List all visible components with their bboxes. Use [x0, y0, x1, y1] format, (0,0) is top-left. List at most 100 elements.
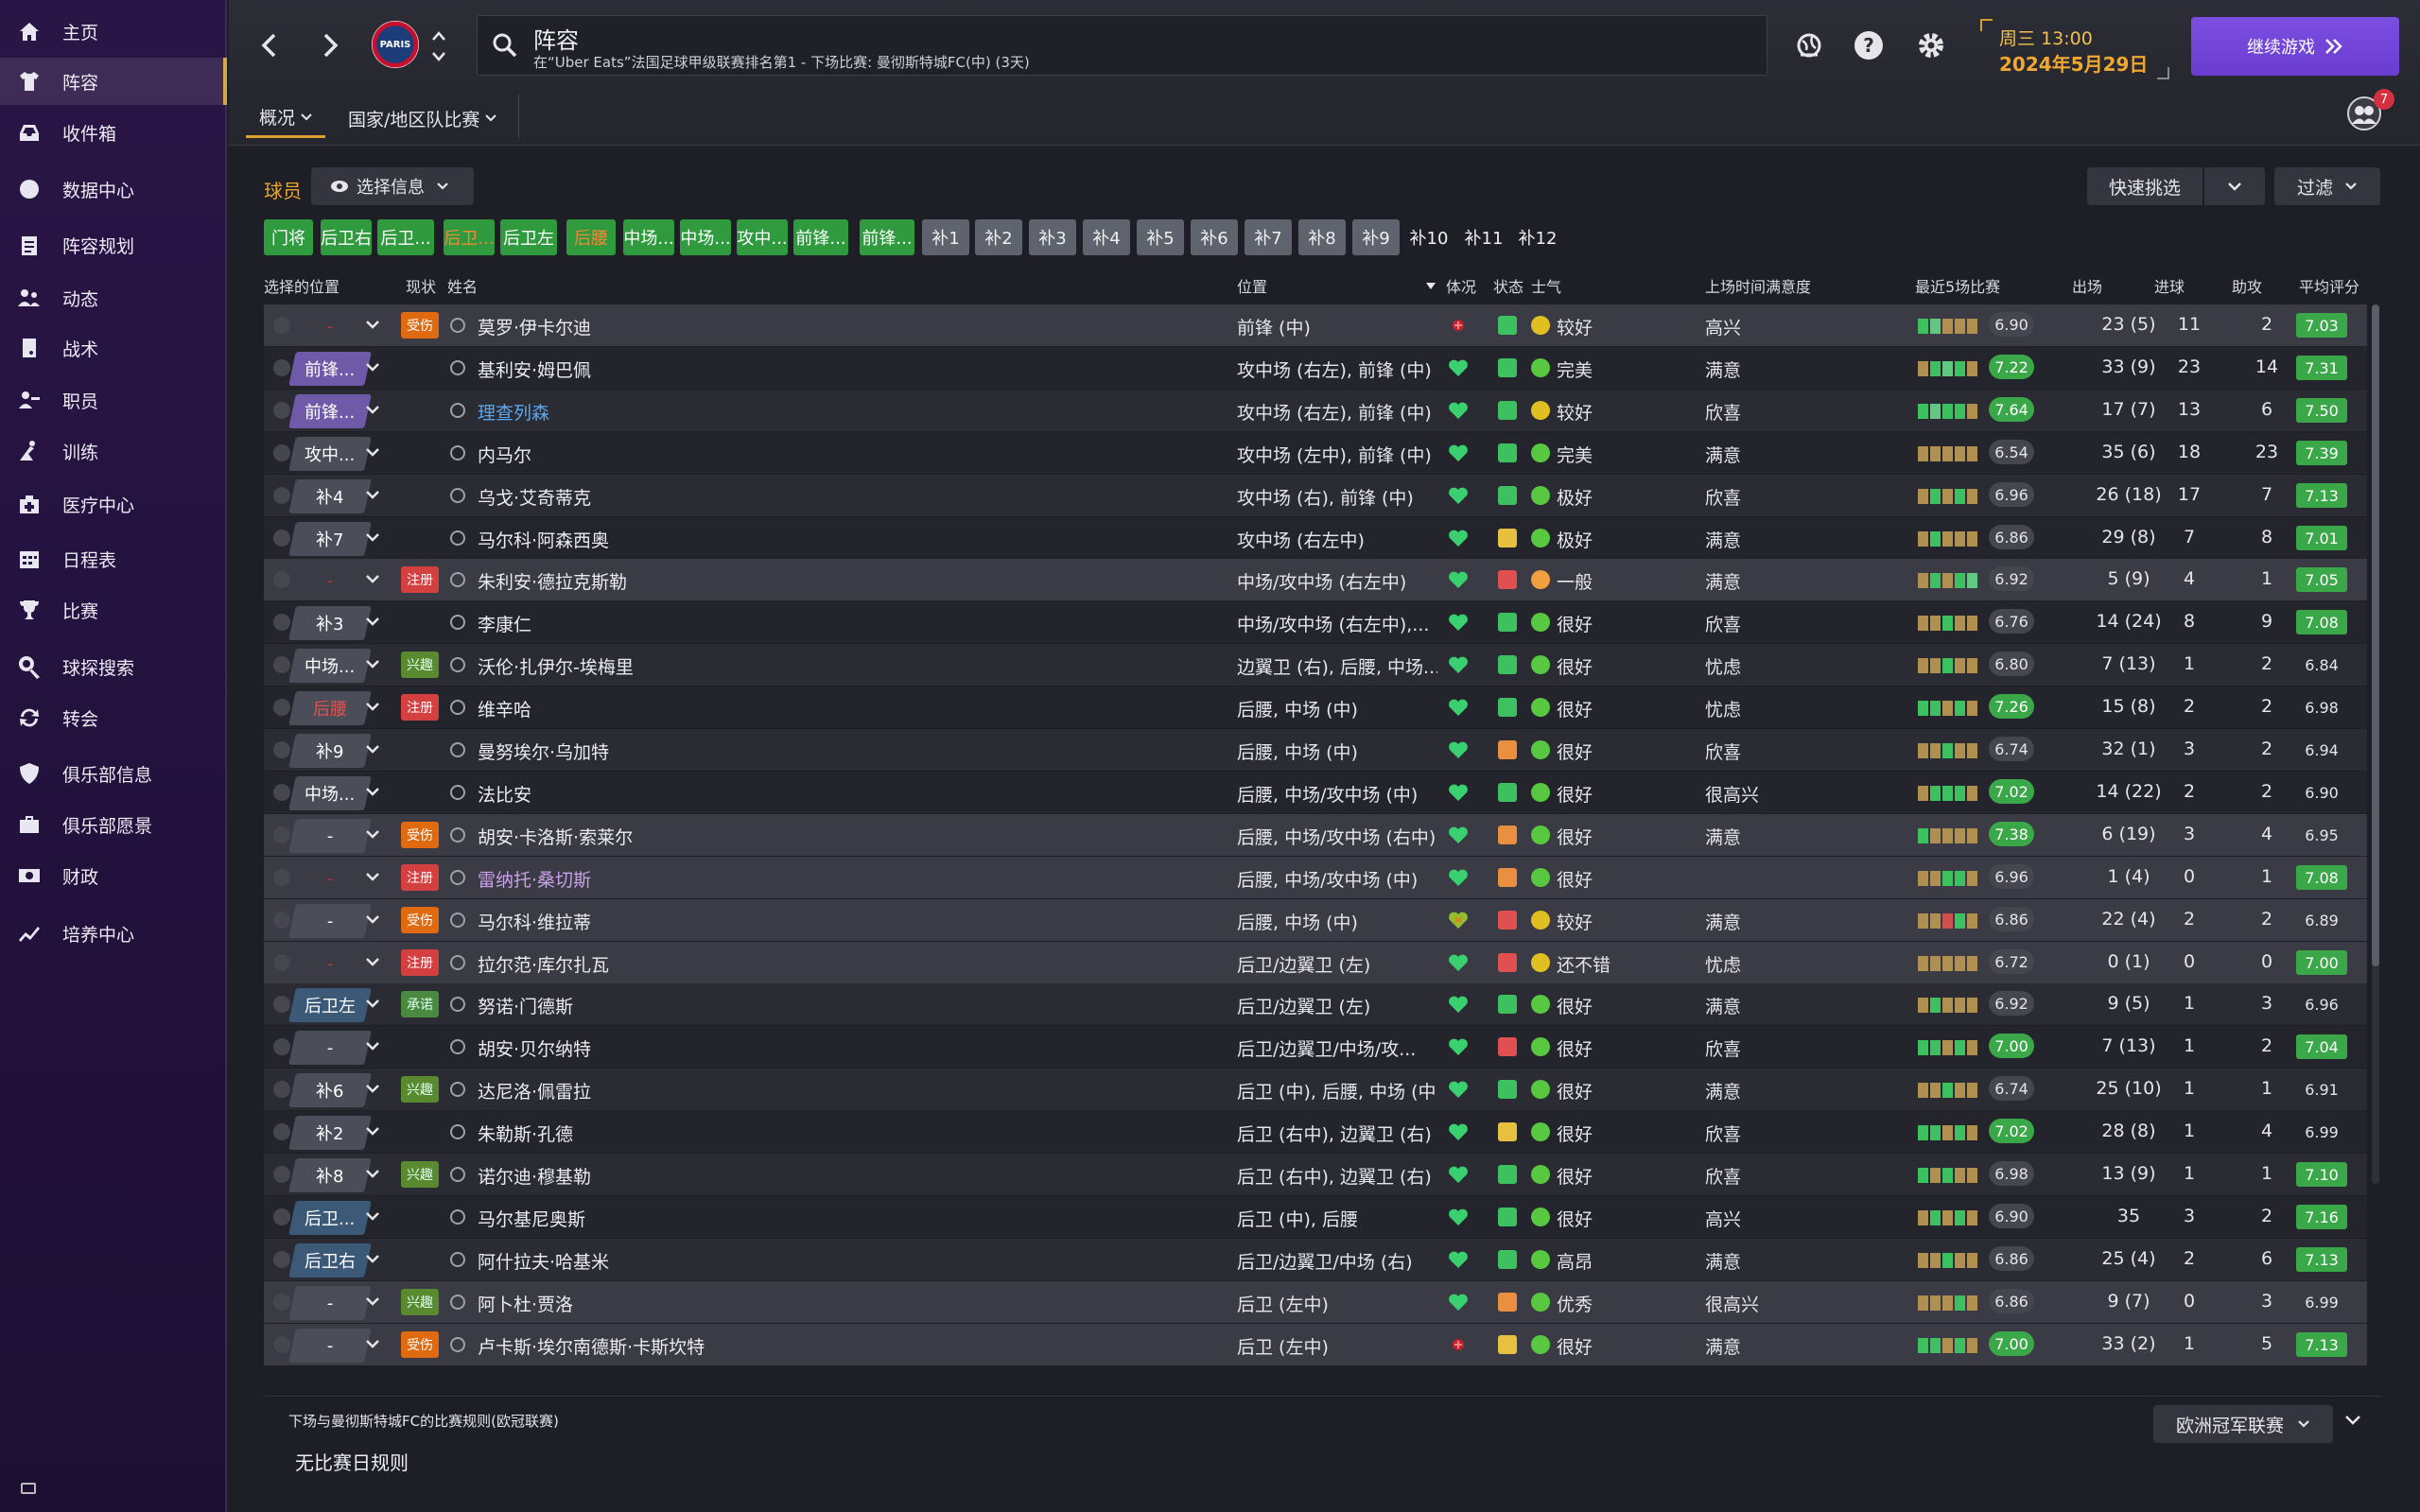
player-name[interactable]: 朱利安·德拉克斯勒	[478, 568, 627, 594]
col-status-now[interactable]: 现状	[406, 274, 436, 297]
position-chip[interactable]: 补6	[1191, 219, 1238, 255]
chevron-down-icon[interactable]	[362, 1333, 383, 1354]
status-badge[interactable]: 承诺	[401, 991, 439, 1017]
row-select-checkbox[interactable]	[273, 530, 290, 547]
player-name[interactable]: 沃伦·扎伊尔-埃梅里	[478, 653, 634, 679]
position-chip[interactable]: 补12	[1515, 219, 1560, 255]
filter-button[interactable]: 过滤	[2274, 167, 2380, 205]
chevron-down-icon[interactable]	[362, 824, 383, 844]
position-chip[interactable]: 补2	[975, 219, 1022, 255]
position-chip[interactable]: 后卫左	[500, 219, 557, 255]
player-name[interactable]: 雷纳托·桑切斯	[478, 866, 591, 892]
player-name[interactable]: 朱勒斯·孔德	[478, 1121, 573, 1146]
select-info-button[interactable]: 选择信息	[311, 167, 474, 205]
chevron-down-icon[interactable]	[362, 1248, 383, 1269]
col-last5[interactable]: 最近5场比赛	[1915, 274, 2000, 297]
sidebar-item-calendar[interactable]: 日程表	[0, 535, 227, 582]
sidebar-item-briefcase[interactable]: 俱乐部愿景	[0, 801, 227, 848]
status-badge[interactable]: 注册	[401, 566, 439, 593]
player-name[interactable]: 莫罗·伊卡尔迪	[478, 314, 591, 339]
col-avg-rating[interactable]: 平均评分	[2299, 274, 2359, 297]
chevron-down-icon[interactable]	[362, 442, 383, 462]
chevron-down-icon[interactable]	[362, 1163, 383, 1184]
status-badge[interactable]: 受伤	[401, 312, 439, 339]
position-chip[interactable]: 补7	[1245, 219, 1292, 255]
row-select-checkbox[interactable]	[273, 1251, 290, 1268]
selected-position-select[interactable]: 后卫左	[288, 988, 372, 1022]
selected-position-select[interactable]: 补8	[288, 1158, 372, 1192]
chevron-down-icon[interactable]	[362, 568, 383, 589]
selected-position-select[interactable]: 补2	[288, 1116, 372, 1150]
sidebar-item-medical[interactable]: 医疗中心	[0, 480, 227, 528]
row-select-checkbox[interactable]	[273, 1166, 290, 1183]
row-select-checkbox[interactable]	[273, 869, 290, 886]
tab-overview[interactable]: 概况	[246, 98, 325, 138]
position-chip[interactable]: 补10	[1406, 219, 1452, 255]
selected-position-select[interactable]: 补4	[288, 479, 372, 513]
row-select-checkbox[interactable]	[273, 996, 290, 1013]
col-playtime[interactable]: 上场时间满意度	[1705, 274, 1811, 297]
table-row[interactable]: 后卫... 马尔基尼奥斯 后卫 (中), 后腰 很好 高兴 6.90 35 3 2 7.16	[264, 1196, 2367, 1238]
search-bar[interactable]: 阵容 在“Uber Eats”法国足球甲级联赛排名第1 - 下场比赛: 曼彻斯特…	[477, 15, 1767, 76]
sidebar-item-jersey[interactable]: 阵容	[0, 58, 227, 105]
chevron-down-icon[interactable]	[362, 1078, 383, 1099]
player-name[interactable]: 曼努埃尔·乌加特	[478, 739, 609, 764]
row-select-checkbox[interactable]	[273, 444, 290, 461]
row-select-checkbox[interactable]	[273, 741, 290, 758]
row-select-checkbox[interactable]	[273, 1208, 290, 1225]
player-name[interactable]: 拉尔范·库尔扎瓦	[478, 951, 609, 977]
row-select-checkbox[interactable]	[273, 1081, 290, 1098]
sidebar-item-training[interactable]: 训练	[0, 427, 227, 475]
col-selected-position[interactable]: 选择的位置	[264, 274, 339, 297]
chevron-down-icon[interactable]	[362, 739, 383, 759]
sidebar-item-tactics[interactable]: 战术	[0, 324, 227, 372]
sidebar-item-money[interactable]: 财政	[0, 852, 227, 899]
selected-position-select[interactable]: 后腰	[288, 691, 372, 725]
row-select-checkbox[interactable]	[273, 1038, 290, 1055]
collapse-chevron-icon[interactable]	[2343, 1413, 2366, 1435]
chevron-down-icon[interactable]	[362, 866, 383, 887]
selected-position-select[interactable]: 后卫右	[288, 1243, 372, 1277]
selected-position-select[interactable]: 补3	[288, 606, 372, 640]
position-chip[interactable]: 攻中...	[737, 219, 788, 255]
competition-select[interactable]: 欧洲冠军联赛	[2153, 1405, 2333, 1443]
chevron-down-icon[interactable]	[362, 356, 383, 377]
sidebar-item-people[interactable]: 动态	[0, 274, 227, 322]
col-condition[interactable]: 体况	[1446, 274, 1476, 297]
chevron-down-icon[interactable]	[362, 653, 383, 674]
player-name[interactable]: 法比安	[478, 781, 531, 807]
selected-position-select[interactable]: -	[288, 1031, 372, 1065]
status-badge[interactable]: 兴趣	[401, 1161, 439, 1188]
selected-position-select[interactable]: -	[288, 1286, 372, 1320]
player-name[interactable]: 努诺·门德斯	[478, 993, 573, 1018]
sidebar-item-search[interactable]: 球探搜索	[0, 643, 227, 690]
position-chip[interactable]: 门将	[264, 219, 313, 255]
player-name[interactable]: 胡安·贝尔纳特	[478, 1035, 591, 1061]
selected-position-select[interactable]: 补7	[288, 522, 372, 556]
status-badge[interactable]: 注册	[401, 694, 439, 721]
chevron-down-icon[interactable]	[362, 611, 383, 632]
player-name[interactable]: 达尼洛·佩雷拉	[478, 1078, 591, 1104]
status-badge[interactable]: 受伤	[401, 1331, 439, 1358]
chevron-down-icon[interactable]	[362, 993, 383, 1014]
position-chip[interactable]: 补9	[1352, 219, 1400, 255]
table-row[interactable]: - 注册 朱利安·德拉克斯勒 中场/攻中场 (右左中) 一般 满意 6.92 5 (9) 4 1 7…	[264, 559, 2367, 600]
sidebar-toggle-icon[interactable]	[21, 1483, 36, 1494]
selected-position-select[interactable]: -	[288, 861, 372, 895]
table-row[interactable]: - 受伤 卢卡斯·埃尔南德斯·卡斯坎特 后卫 (左中) 很好 满意 7.00 33 (2) 1 5…	[264, 1324, 2367, 1365]
table-row[interactable]: 补2 朱勒斯·孔德 后卫 (右中), 边翼卫 (右) 很好 欣喜 7.02 28 (8) 1 4…	[264, 1111, 2367, 1153]
selected-position-select[interactable]: -	[288, 564, 372, 598]
row-select-checkbox[interactable]	[273, 912, 290, 929]
selected-position-select[interactable]: 前锋...	[288, 352, 372, 386]
table-row[interactable]: - 受伤 胡安·卡洛斯·索莱尔 后腰, 中场/攻中场 (右中) 很好 满意 7.38 6 (1…	[264, 814, 2367, 856]
row-select-checkbox[interactable]	[273, 1336, 290, 1353]
selected-position-select[interactable]: 中场...	[288, 776, 372, 810]
selected-position-select[interactable]: 中场...	[288, 649, 372, 683]
col-name[interactable]: 姓名	[447, 274, 478, 297]
row-select-checkbox[interactable]	[273, 571, 290, 588]
position-chip[interactable]: 后卫...	[377, 219, 434, 255]
table-row[interactable]: 补8 兴趣 诺尔迪·穆基勒 后卫 (右中), 边翼卫 (右) 很好 欣喜 6.98 13 (9…	[264, 1154, 2367, 1195]
table-row[interactable]: 后卫右 阿什拉夫·哈基米 后卫/边翼卫/中场 (右) 高昂 满意 6.86 25 (4) 2 6…	[264, 1239, 2367, 1280]
player-name[interactable]: 阿卜杜·贾洛	[478, 1291, 573, 1316]
tab-national-team[interactable]: 国家/地区队比赛	[348, 98, 497, 138]
